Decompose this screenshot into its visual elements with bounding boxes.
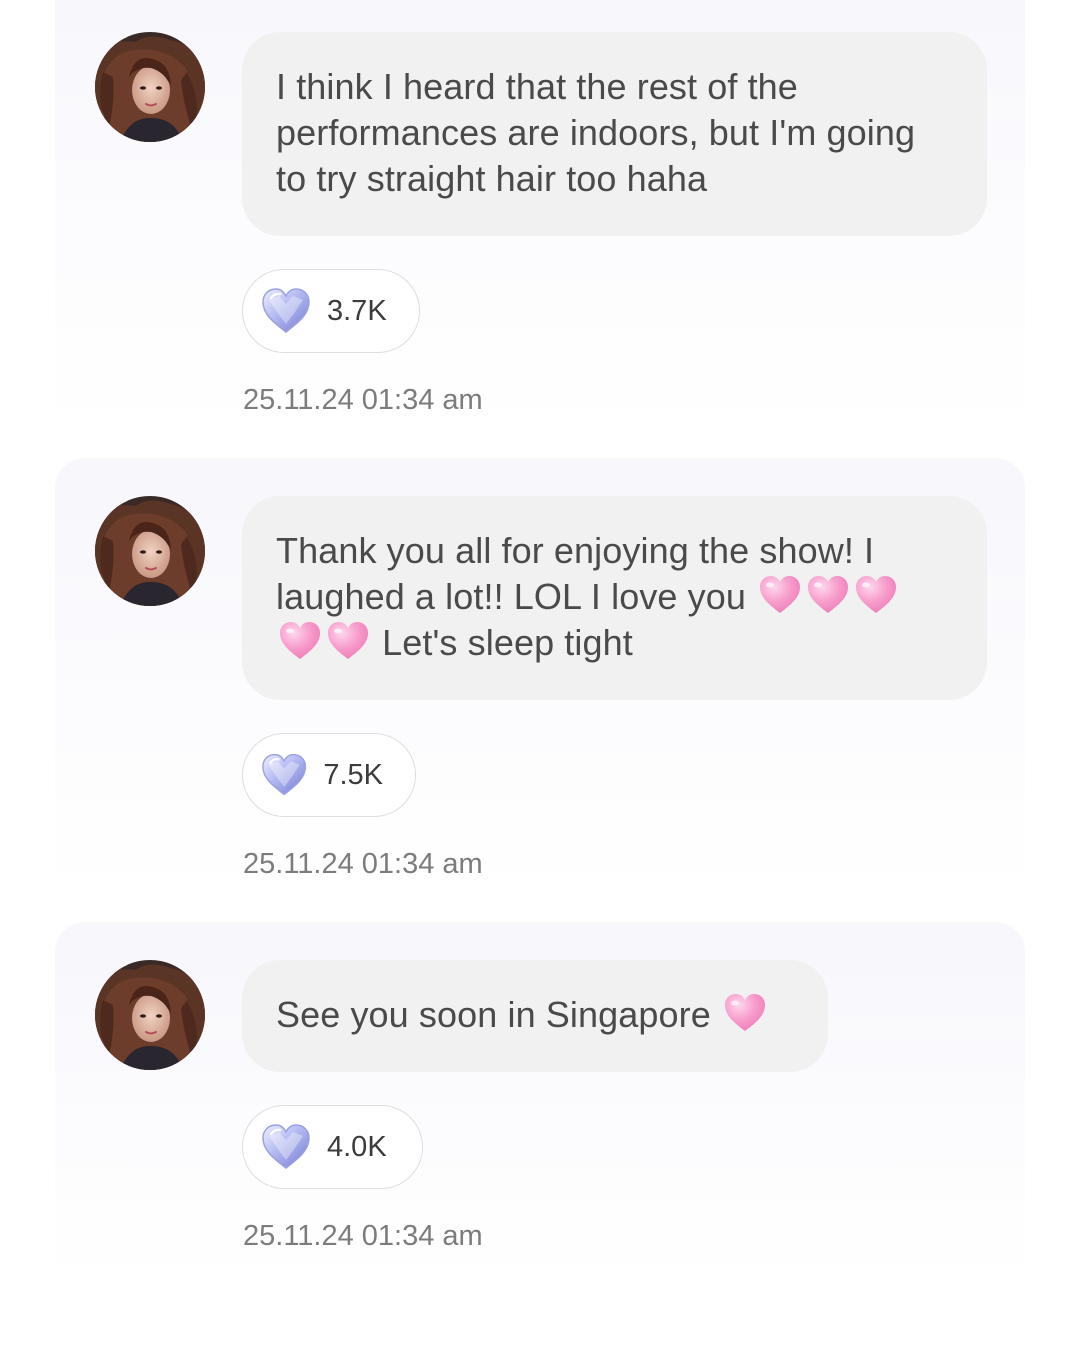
avatar[interactable] <box>95 496 205 606</box>
pink-heart-emoji <box>278 621 322 661</box>
pink-heart-emoji <box>326 621 370 661</box>
message-text: Let's sleep tight <box>372 622 633 663</box>
message-bubble: See you soon in Singapore <box>242 960 828 1072</box>
reaction-count: 7.5K <box>323 758 383 791</box>
timestamp: 25.11.24 01:34 am <box>243 1220 483 1252</box>
reaction-button[interactable]: 7.5K <box>242 733 416 817</box>
pink-heart-emoji <box>723 993 767 1033</box>
crystal-heart-icon <box>261 1124 311 1170</box>
reaction-button[interactable]: 4.0K <box>242 1105 423 1189</box>
timestamp: 25.11.24 01:34 am <box>243 848 483 880</box>
timestamp: 25.11.24 01:34 am <box>243 384 483 416</box>
crystal-heart-icon <box>261 288 311 334</box>
pink-heart-emoji <box>854 575 898 615</box>
pink-heart-emoji <box>758 575 802 615</box>
reaction-count: 3.7K <box>327 294 387 327</box>
crystal-heart-icon <box>261 752 307 798</box>
message-text: I think I heard that the rest of the per… <box>276 66 916 199</box>
message-card: I think I heard that the rest of the per… <box>55 0 1025 435</box>
reaction-count: 4.0K <box>327 1130 387 1163</box>
message-bubble: Thank you all for enjoying the show! I l… <box>242 496 987 700</box>
reaction-button[interactable]: 3.7K <box>242 269 420 353</box>
message-bubble: I think I heard that the rest of the per… <box>242 32 987 236</box>
avatar[interactable] <box>95 960 205 1070</box>
pink-heart-emoji <box>806 575 850 615</box>
message-text: See you soon in Singapore <box>276 994 721 1035</box>
avatar[interactable] <box>95 32 205 142</box>
message-card: See you soon in Singapore 4.0K 25.11.24 … <box>55 922 1025 1282</box>
message-card: Thank you all for enjoying the show! I l… <box>55 458 1025 898</box>
